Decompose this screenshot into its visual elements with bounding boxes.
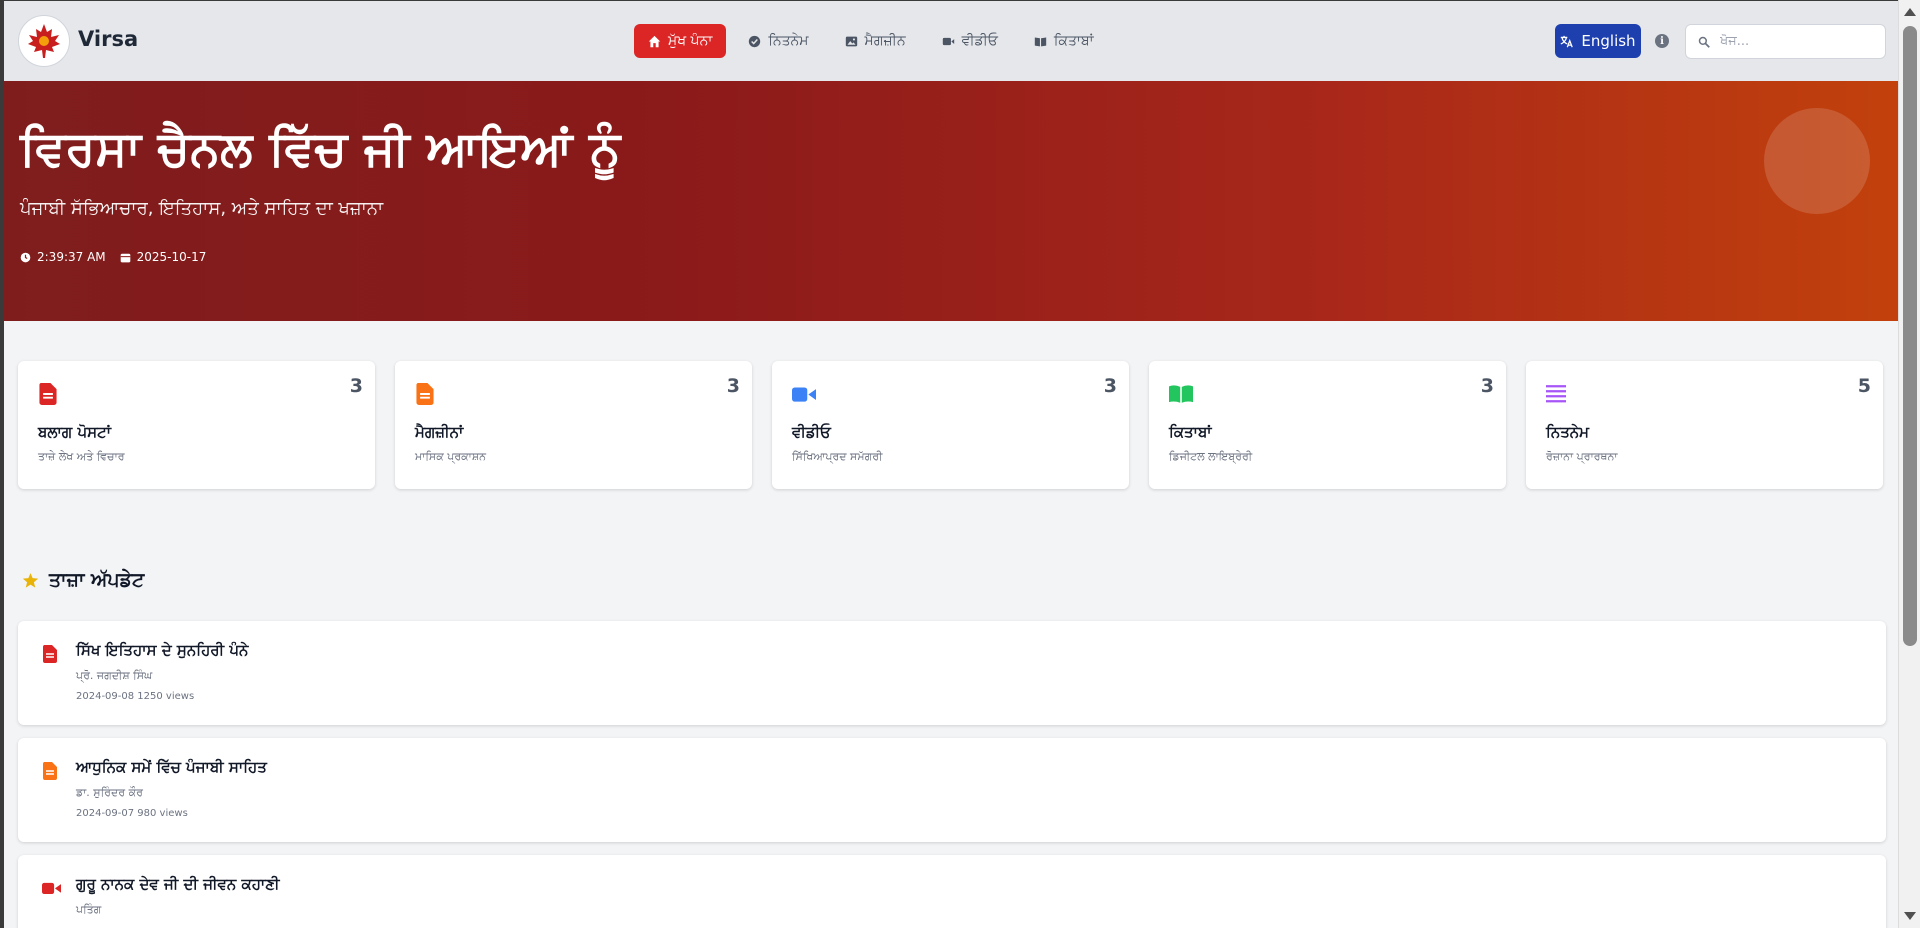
hero-meta: 2:39:37 AM 2025-10-17 xyxy=(20,250,206,264)
calendar-icon xyxy=(120,253,130,262)
latest-updates-heading: ਤਾਜ਼ਾ ਅੱਪਡੇਟ xyxy=(22,569,144,591)
update-title[interactable]: ਆਧੁਨਿਕ ਸਮੇਂ ਵਿੱਚ ਪੰਜਾਬੀ ਸਾਹਿਤ xyxy=(76,758,267,776)
brand-name[interactable]: Virsa xyxy=(78,27,138,51)
hero-decoration-circle xyxy=(1764,108,1870,214)
language-toggle-button[interactable]: English xyxy=(1555,24,1641,58)
update-author: ਪਤਿੰਗ xyxy=(76,903,102,916)
document-icon xyxy=(39,383,57,405)
section-title-text: ਤਾਜ਼ਾ ਅੱਪਡੇਟ xyxy=(49,569,145,591)
nav-item-home[interactable]: ਮੁੱਖ ਪੰਨਾ xyxy=(634,24,727,58)
nav-item-magazine[interactable]: ਮੈਗਜ਼ੀਨ xyxy=(831,24,920,58)
scrollbar-thumb[interactable] xyxy=(1903,26,1917,646)
update-author: ਪ੍ਰੋ. ਜਗਦੀਸ਼ ਸਿੰਘ xyxy=(76,669,153,682)
card-blog-posts[interactable]: 3 ਬਲਾਗ ਪੋਸਟਾਂ ਤਾਜ਼ੇ ਲੇਖ ਅਤੇ ਵਿਚਾਰ xyxy=(18,361,375,489)
book-icon xyxy=(1034,36,1047,46)
virsa-logo[interactable] xyxy=(18,15,70,67)
browser-viewport: Virsa ਮੁੱਖ ਪੰਨਾ ਨਿਤਨੇਮ ਮੈਗਜ਼ੀਨ ਵੀਡੀਓ ਕਿਤ… xyxy=(0,0,1898,928)
nav-label: ਮੁੱਖ ਪੰਨਾ xyxy=(668,33,713,49)
card-title: ਕਿਤਾਬਾਂ xyxy=(1169,423,1212,441)
page-scrollbar[interactable] xyxy=(1898,0,1920,928)
maple-leaf-icon xyxy=(28,24,60,58)
current-date: 2025-10-17 xyxy=(120,250,207,264)
top-navbar: Virsa ਮੁੱਖ ਪੰਨਾ ਨਿਤਨੇਮ ਮੈਗਜ਼ੀਨ ਵੀਡੀਓ ਕਿਤ… xyxy=(4,1,1898,81)
document-icon xyxy=(416,383,434,405)
search-icon xyxy=(1698,36,1710,48)
card-count: 3 xyxy=(349,375,363,397)
card-title: ਵੀਡੀਓ xyxy=(792,423,831,441)
scroll-up-arrow-icon[interactable] xyxy=(1904,8,1916,16)
search-input[interactable] xyxy=(1720,34,1870,49)
home-icon xyxy=(648,35,661,47)
update-meta: 2024-09-07 980 views xyxy=(76,808,188,819)
card-title: ਬਲਾਗ ਪੋਸਟਾਂ xyxy=(38,423,111,441)
nav-item-books[interactable]: ਕਿਤਾਬਾਂ xyxy=(1020,24,1108,58)
nav-label: ਮੈਗਜ਼ੀਨ xyxy=(864,33,906,49)
translate-icon xyxy=(1560,35,1574,47)
list-item[interactable]: ਸਿੱਖ ਇਤਿਹਾਸ ਦੇ ਸੁਨਹਿਰੀ ਪੰਨੇ ਪ੍ਰੋ. ਜਗਦੀਸ਼… xyxy=(18,621,1886,725)
update-meta: 2024-09-08 1250 views xyxy=(76,691,195,702)
book-open-icon xyxy=(1169,385,1193,403)
current-time: 2:39:37 AM xyxy=(20,250,106,264)
video-icon xyxy=(42,882,61,895)
card-count: 3 xyxy=(726,375,740,397)
nav-item-video[interactable]: ਵੀਡੀਓ xyxy=(928,24,1012,58)
video-icon xyxy=(942,37,954,45)
stat-cards: 3 ਬਲਾਗ ਪੋਸਟਾਂ ਤਾਜ਼ੇ ਲੇਖ ਅਤੇ ਵਿਚਾਰ 3 ਮੈਗਜ… xyxy=(18,361,1883,489)
card-count: 5 xyxy=(1857,375,1871,397)
update-title[interactable]: ਸਿੱਖ ਇਤਿਹਾਸ ਦੇ ਸੁਨਹਿਰੀ ਪੰਨੇ xyxy=(76,641,248,659)
card-subtitle: ਸਿੱਖਿਆਪ੍ਰਦ ਸਮੱਗਰੀ xyxy=(792,450,883,463)
list-icon xyxy=(1546,385,1566,403)
nav-label: ਨਿਤਨੇਮ xyxy=(768,33,809,49)
scroll-down-arrow-icon[interactable] xyxy=(1904,912,1916,920)
date-value: 2025-10-17 xyxy=(136,250,207,264)
card-nitnem[interactable]: 5 ਨਿਤਨੇਮ ਰੋਜ਼ਾਨਾ ਪ੍ਰਾਰਥਨਾ xyxy=(1526,361,1883,489)
card-subtitle: ਰੋਜ਼ਾਨਾ ਪ੍ਰਾਰਥਨਾ xyxy=(1546,450,1618,463)
image-icon xyxy=(845,36,857,46)
hero-banner: ਵਿਰਸਾ ਚੈਨਲ ਵਿੱਚ ਜੀ ਆਇਆਂ ਨੂੰ ਪੰਜਾਬੀ ਸੱਭਿਆ… xyxy=(4,81,1898,321)
list-item[interactable]: ਆਧੁਨਿਕ ਸਮੇਂ ਵਿੱਚ ਪੰਜਾਬੀ ਸਾਹਿਤ ਡਾ. ਸੁਰਿੰਦ… xyxy=(18,738,1886,842)
search-box[interactable] xyxy=(1685,24,1886,59)
nav-item-nitnem[interactable]: ਨਿਤਨੇਮ xyxy=(734,24,822,58)
hero-subtitle: ਪੰਜਾਬੀ ਸੱਭਿਆਚਾਰ, ਇਤਿਹਾਸ, ਅਤੇ ਸਾਹਿਤ ਦਾ ਖਜ… xyxy=(20,198,384,219)
video-icon xyxy=(792,387,816,402)
update-author: ਡਾ. ਸੁਰਿੰਦਰ ਕੌਰ xyxy=(76,786,143,799)
time-value: 2:39:37 AM xyxy=(37,250,106,264)
updates-list: ਸਿੱਖ ਇਤਿਹਾਸ ਦੇ ਸੁਨਹਿਰੀ ਪੰਨੇ ਪ੍ਰੋ. ਜਗਦੀਸ਼… xyxy=(18,621,1886,928)
hero-title: ਵਿਰਸਾ ਚੈਨਲ ਵਿੱਚ ਜੀ ਆਇਆਂ ਨੂੰ xyxy=(20,121,621,177)
card-books[interactable]: 3 ਕਿਤਾਬਾਂ ਡਿਜੀਟਲ ਲਾਇਬ੍ਰੇਰੀ xyxy=(1149,361,1506,489)
document-icon xyxy=(42,645,57,663)
document-icon xyxy=(42,762,57,780)
update-title[interactable]: ਗੁਰੂ ਨਾਨਕ ਦੇਵ ਜੀ ਦੀ ਜੀਵਨ ਕਹਾਣੀ xyxy=(76,875,280,893)
card-magazines[interactable]: 3 ਮੈਗਜ਼ੀਨਾਂ ਮਾਸਿਕ ਪ੍ਰਕਾਸ਼ਨ xyxy=(395,361,752,489)
card-count: 3 xyxy=(1480,375,1494,397)
card-videos[interactable]: 3 ਵੀਡੀਓ ਸਿੱਖਿਆਪ੍ਰਦ ਸਮੱਗਰੀ xyxy=(772,361,1129,489)
card-subtitle: ਮਾਸਿਕ ਪ੍ਰਕਾਸ਼ਨ xyxy=(415,450,487,463)
card-count: 3 xyxy=(1103,375,1117,397)
nav-label: ਵੀਡੀਓ xyxy=(961,33,998,49)
info-icon[interactable]: i xyxy=(1655,34,1669,48)
card-subtitle: ਡਿਜੀਟਲ ਲਾਇਬ੍ਰੇਰੀ xyxy=(1169,450,1253,463)
star-icon xyxy=(22,572,39,588)
check-circle-icon xyxy=(749,35,761,47)
language-label: English xyxy=(1581,32,1636,50)
main-nav: ਮੁੱਖ ਪੰਨਾ ਨਿਤਨੇਮ ਮੈਗਜ਼ੀਨ ਵੀਡੀਓ ਕਿਤਾਬਾਂ xyxy=(634,24,1108,58)
nav-label: ਕਿਤਾਬਾਂ xyxy=(1053,33,1094,49)
clock-icon xyxy=(20,252,31,262)
list-item[interactable]: ਗੁਰੂ ਨਾਨਕ ਦੇਵ ਜੀ ਦੀ ਜੀਵਨ ਕਹਾਣੀ ਪਤਿੰਗ xyxy=(18,855,1886,928)
card-title: ਨਿਤਨੇਮ xyxy=(1546,423,1590,441)
card-title: ਮੈਗਜ਼ੀਨਾਂ xyxy=(415,423,464,441)
card-subtitle: ਤਾਜ਼ੇ ਲੇਖ ਅਤੇ ਵਿਚਾਰ xyxy=(38,450,125,463)
